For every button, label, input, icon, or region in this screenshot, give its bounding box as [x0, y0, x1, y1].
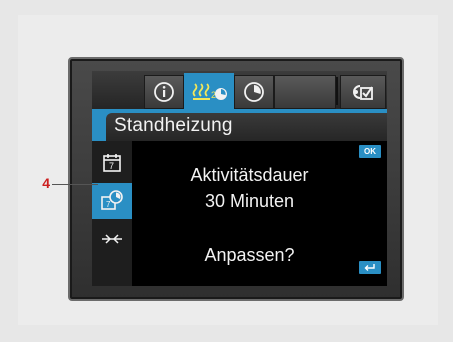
- sidebar-item-ventilation[interactable]: [92, 221, 132, 257]
- tab-settings[interactable]: [340, 75, 386, 109]
- sidebar-item-timer[interactable]: 7: [92, 183, 132, 219]
- svg-text:7: 7: [109, 161, 114, 171]
- activity-duration-value: 30 Minuten: [204, 191, 295, 211]
- calendar-timer-icon: 7: [101, 190, 123, 210]
- content-panel: OK Aktivitätsdauer 30 Minuten Anpassen?: [132, 141, 387, 286]
- parking-heater-icon: 2: [192, 83, 227, 100]
- top-tab-bar: 2: [92, 71, 387, 111]
- sidebar-item-calendar[interactable]: 7: [92, 145, 132, 181]
- clock-icon: [244, 82, 264, 102]
- callout-line: [52, 184, 98, 185]
- tab-blank[interactable]: [274, 75, 336, 109]
- info-icon: [154, 82, 174, 102]
- check-settings-icon: [353, 85, 373, 100]
- svg-text:7: 7: [106, 200, 111, 209]
- activity-duration-label: Aktivitätsdauer: [190, 165, 309, 185]
- return-icon: [364, 264, 375, 271]
- back-button[interactable]: [359, 261, 381, 274]
- calendar-7-icon: 7: [103, 154, 121, 172]
- tab-separator: [336, 77, 338, 105]
- screen: 2 Standheizung 7 7 OK Aktivitätsdauer 30…: [92, 71, 387, 286]
- sidebar: 7 7: [92, 141, 132, 286]
- callout-number: 4: [42, 175, 50, 191]
- ok-button[interactable]: OK: [359, 145, 381, 158]
- ventilation-icon: [102, 234, 122, 244]
- tab-heating[interactable]: 2: [184, 73, 234, 111]
- title-panel: Standheizung: [106, 113, 387, 141]
- adjust-prompt: Anpassen?: [204, 245, 295, 265]
- tab-info[interactable]: [144, 75, 184, 109]
- page-title: Standheizung: [114, 115, 233, 136]
- title-bar: Standheizung: [92, 109, 387, 141]
- tab-timer[interactable]: [234, 75, 274, 109]
